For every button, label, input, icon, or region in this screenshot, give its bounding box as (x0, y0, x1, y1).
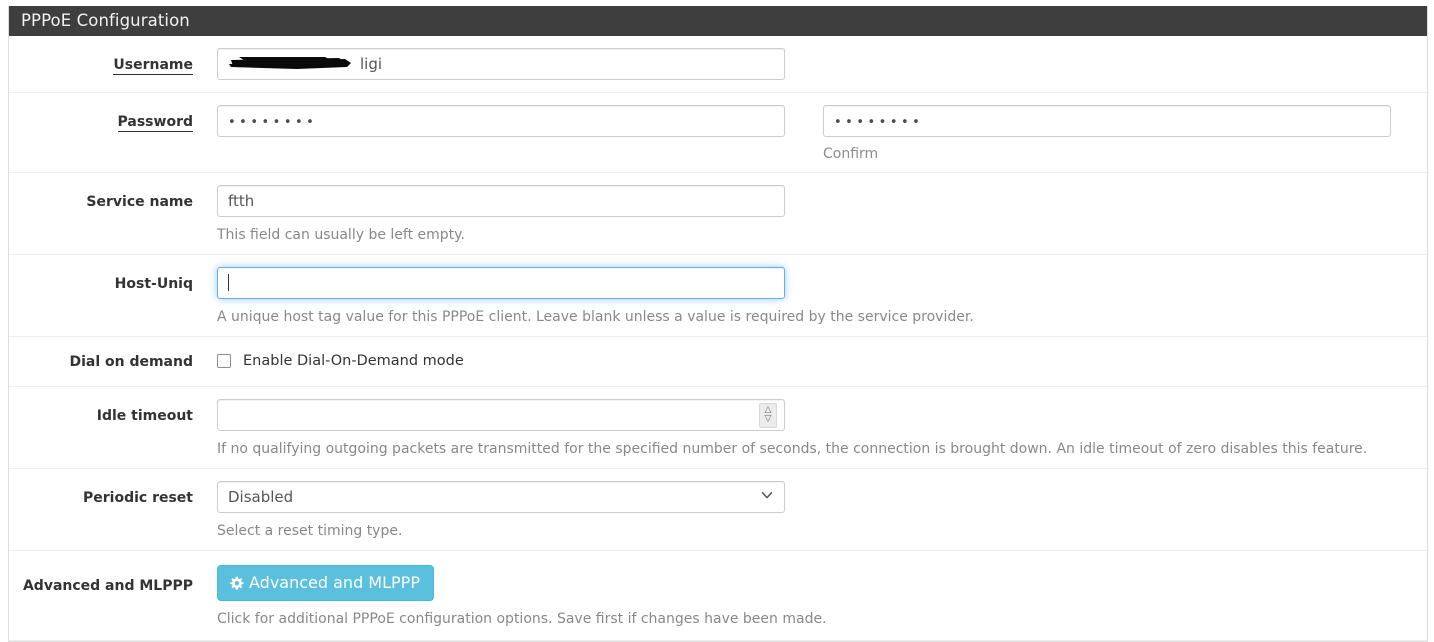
host-uniq-input[interactable] (217, 267, 785, 300)
controls-host-uniq: A unique host tag value for this PPPoE c… (217, 267, 1427, 326)
controls-password: •••••••• •••••••• Confirm (217, 105, 1427, 162)
advanced-mlppp-button[interactable]: Advanced and MLPPP (217, 565, 434, 602)
controls-dial-on-demand: Enable Dial-On-Demand mode (217, 350, 1427, 369)
label-idle-timeout: Idle timeout (9, 399, 217, 426)
label-periodic-reset-text: Periodic reset (83, 489, 193, 506)
service-name-value: ftth (228, 192, 255, 210)
controls-idle-timeout: △ ▽ If no qualifying outgoing packets ar… (217, 398, 1427, 458)
controls-username: ligi (217, 48, 1427, 80)
service-name-help: This field can usually be left empty. (217, 227, 465, 243)
label-service-name: Service name (9, 185, 217, 212)
form-row-username: Username ligi (9, 36, 1427, 93)
controls-service-name: ftth This field can usually be left empt… (217, 185, 1427, 244)
periodic-reset-help: Select a reset timing type. (217, 522, 403, 539)
service-name-input[interactable]: ftth (217, 185, 785, 217)
advanced-mlppp-help: Click for additional PPPoE configuration… (217, 611, 827, 628)
form-row-advanced-mlppp: Advanced and MLPPP Advanced and MLPPP Cl… (9, 551, 1427, 642)
host-uniq-help: A unique host tag value for this PPPoE c… (217, 309, 974, 326)
label-advanced-mlppp: Advanced and MLPPP (9, 565, 217, 596)
controls-advanced-mlppp: Advanced and MLPPP Click for additional … (217, 565, 1427, 628)
label-password-text: Password (117, 114, 193, 132)
text-cursor (228, 274, 229, 292)
spinner-up-icon[interactable]: △ (765, 406, 772, 415)
dial-on-demand-checkbox-label[interactable]: Enable Dial-On-Demand mode (243, 353, 464, 369)
form-row-dial-on-demand: Dial on demand Enable Dial-On-Demand mod… (9, 337, 1427, 387)
dial-on-demand-checkbox-row[interactable]: Enable Dial-On-Demand mode (217, 350, 464, 369)
form-row-password: Password •••••••• •••••••• Confirm (9, 93, 1427, 173)
password-value: •••••••• (228, 115, 318, 130)
idle-timeout-input[interactable] (217, 398, 785, 431)
idle-timeout-field-wrap: △ ▽ (217, 398, 785, 431)
gear-icon (230, 576, 244, 590)
label-periodic-reset: Periodic reset (9, 481, 217, 508)
spinner-down-icon[interactable]: ▽ (765, 415, 772, 424)
label-host-uniq-text: Host-Uniq (114, 276, 193, 293)
username-field-wrap: ligi (217, 48, 785, 80)
password-confirm-help: Confirm (823, 146, 879, 162)
periodic-reset-value: Disabled (228, 487, 294, 506)
label-dial-on-demand: Dial on demand (9, 350, 217, 372)
password-input[interactable]: •••••••• (217, 105, 785, 137)
service-name-field-wrap: ftth This field can usually be left empt… (217, 185, 785, 244)
periodic-reset-select[interactable]: Disabled (217, 480, 785, 513)
controls-periodic-reset: Disabled Select a reset timing type. (217, 480, 1427, 540)
form-row-periodic-reset: Periodic reset Disabled Select a reset t… (9, 469, 1427, 552)
form-row-idle-timeout: Idle timeout △ ▽ If no qualifying outgoi… (9, 387, 1427, 469)
dial-on-demand-checkbox[interactable] (217, 354, 231, 369)
label-host-uniq: Host-Uniq (9, 267, 217, 294)
password-confirm-wrap: •••••••• Confirm (823, 105, 1391, 162)
username-input[interactable]: ligi (217, 48, 785, 80)
periodic-reset-field-wrap: Disabled Select a reset timing type. (217, 480, 785, 540)
form-row-service-name: Service name ftth This field can usually… (9, 173, 1427, 256)
form-row-host-uniq: Host-Uniq A unique host tag value for th… (9, 255, 1427, 338)
label-username: Username (9, 48, 217, 75)
idle-timeout-help: If no qualifying outgoing packets are tr… (217, 440, 1368, 457)
label-advanced-mlppp-text: Advanced and MLPPP (22, 578, 193, 595)
label-username-text: Username (113, 57, 193, 75)
advanced-mlppp-button-label: Advanced and MLPPP (249, 573, 420, 593)
label-dial-on-demand-text: Dial on demand (69, 354, 193, 371)
label-service-name-text: Service name (86, 194, 193, 210)
host-uniq-field-wrap (217, 267, 785, 300)
advanced-mlppp-wrap: Advanced and MLPPP Click for additional … (217, 565, 827, 628)
panel-title: PPPoE Configuration (9, 6, 1427, 36)
label-idle-timeout-text: Idle timeout (96, 407, 193, 424)
username-value: ligi (360, 55, 383, 73)
panel-body: Username ligi Password •••••••• ••••••••… (9, 36, 1427, 642)
password-field-wrap: •••••••• (217, 105, 785, 137)
pppoe-configuration-panel: PPPoE Configuration Username ligi Passwo… (8, 6, 1428, 642)
label-password: Password (9, 105, 217, 132)
number-spinner[interactable]: △ ▽ (759, 402, 777, 428)
password-confirm-input[interactable]: •••••••• (823, 105, 1391, 137)
password-confirm-value: •••••••• (834, 115, 924, 130)
